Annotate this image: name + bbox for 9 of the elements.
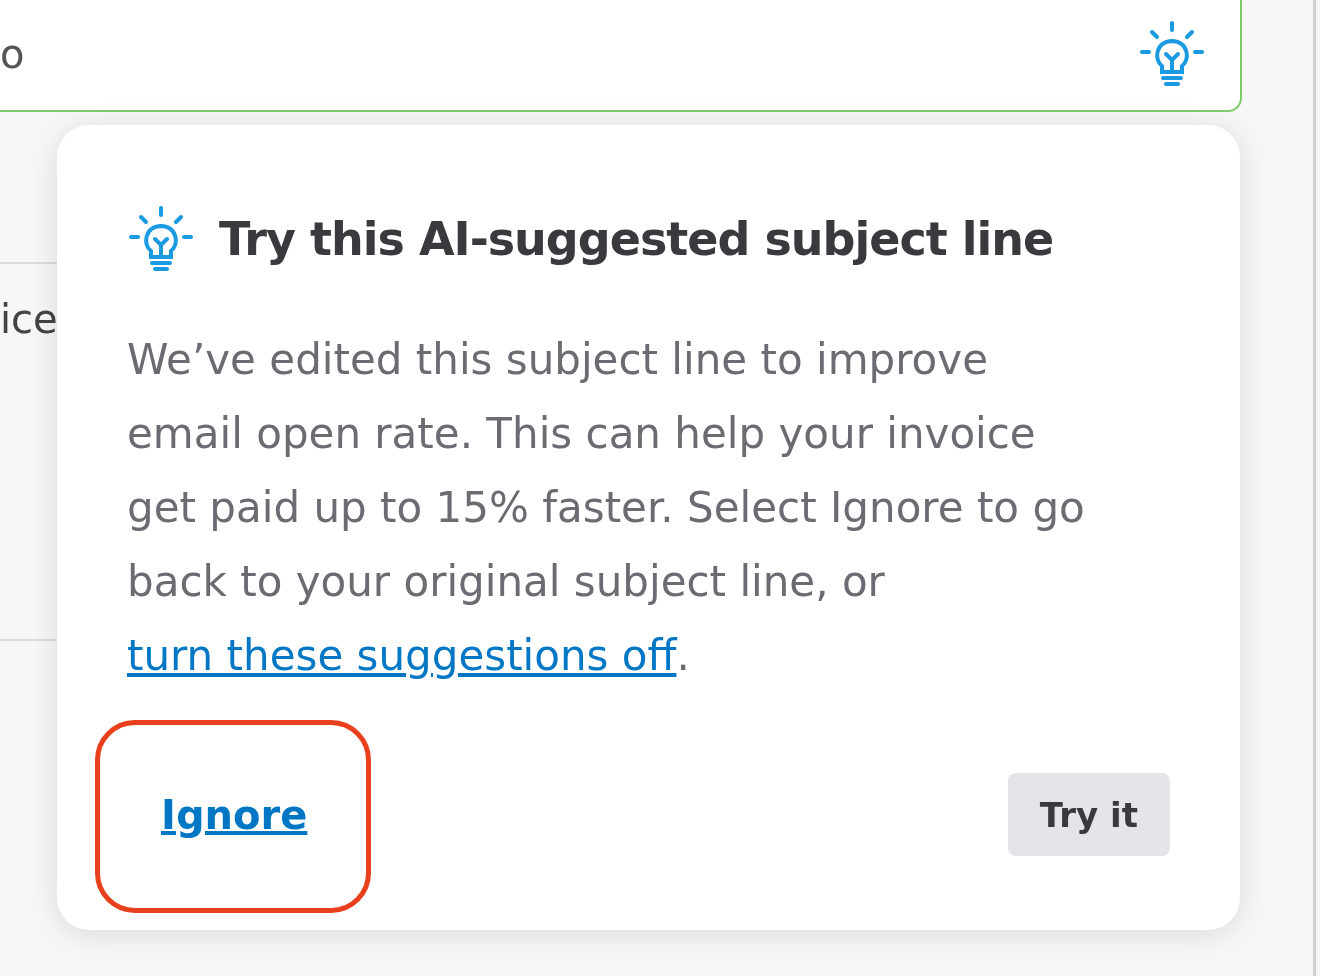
- try-it-button[interactable]: Try it: [1007, 773, 1170, 856]
- popover-title: Try this AI-suggested subject line: [219, 212, 1054, 266]
- subject-field[interactable]: o: [0, 0, 1242, 112]
- lightbulb-icon: [127, 205, 195, 273]
- field-label: ice: [0, 295, 58, 344]
- turn-off-suggestions-link[interactable]: turn these suggestions off: [127, 631, 677, 680]
- lightbulb-icon: [1138, 20, 1206, 88]
- ignore-button[interactable]: Ignore: [161, 791, 308, 838]
- popover-message: We’ve edited this subject line to improve email open rate. This can help your invoice get paid up to 15% faster. Select Ignore to go back to your original subject line, or turn these suggestions off.: [127, 334, 1086, 682]
